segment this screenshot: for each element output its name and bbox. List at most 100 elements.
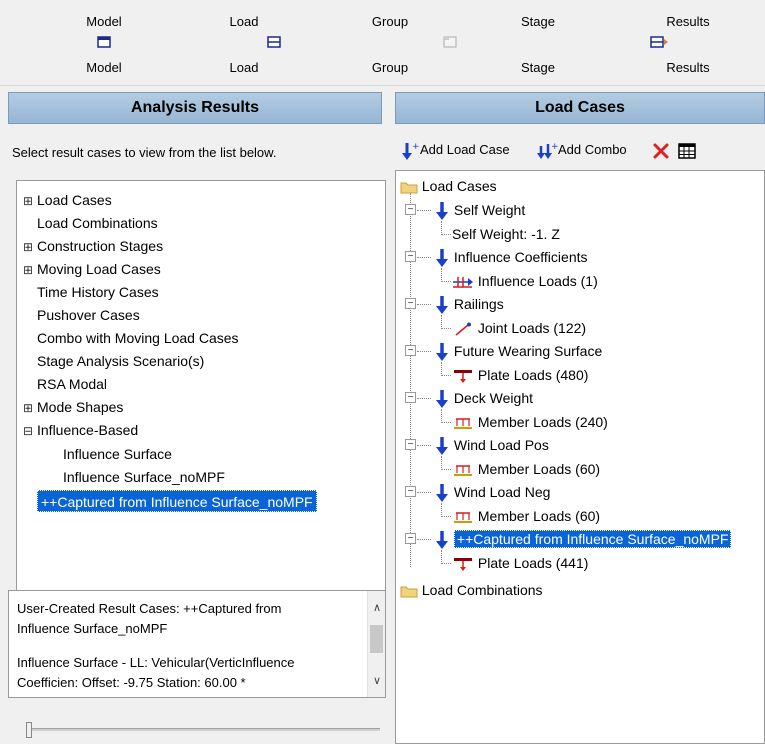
list-item-moving-load-cases[interactable]: ⊞ Moving Load Cases (23, 258, 161, 280)
tree-load-item[interactable]: Member Loads (60) (452, 505, 600, 527)
load-case-arrow-icon (436, 437, 448, 456)
list-item-label: Mode Shapes (37, 399, 124, 415)
toolbar-group-bottom-label: Group (371, 60, 409, 75)
collapse-icon[interactable]: − (405, 392, 416, 403)
add-combo-button[interactable]: + Add Combo (536, 138, 627, 162)
tree-load-item-label: Member Loads (240) (477, 413, 608, 430)
tree-connector (417, 539, 431, 540)
list-item-pushover-cases[interactable]: Pushover Cases (37, 304, 140, 326)
scroll-up-icon[interactable]: ∧ (368, 601, 386, 614)
collapse-icon[interactable]: − (405, 533, 416, 544)
add-combo-label: Add Combo (558, 142, 627, 157)
tree-connector (417, 304, 431, 305)
list-item-label: Construction Stages (37, 238, 164, 254)
delete-button[interactable] (652, 138, 670, 162)
expand-icon[interactable]: ⊞ (23, 397, 37, 419)
tree-load-item[interactable]: Influence Loads (1) (452, 270, 598, 292)
list-item-rsa-modal[interactable]: RSA Modal (37, 373, 107, 395)
collapse-icon[interactable]: − (405, 439, 416, 450)
results-icon (650, 36, 668, 48)
collapse-icon[interactable]: − (405, 345, 416, 356)
tree-connector (441, 280, 451, 282)
tree-root-load-cases[interactable]: Load Cases (400, 175, 497, 197)
tree-load-case[interactable]: ++Captured from Influence Surface_noMPF (434, 528, 732, 550)
tree-load-item-label: Member Loads (60) (477, 507, 601, 524)
tree-connector (441, 221, 442, 233)
tree-load-item[interactable]: Self Weight: -1. Z (452, 223, 560, 245)
table-view-button[interactable] (678, 138, 696, 162)
tree-load-item[interactable]: Member Loads (60) (452, 458, 600, 480)
list-item-influence-surface[interactable]: Influence Surface (63, 443, 172, 465)
list-item-label: Influence-Based (37, 422, 139, 438)
expand-icon[interactable]: ⊞ (23, 259, 37, 281)
list-item-stage-analysis-scenarios[interactable]: Stage Analysis Scenario(s) (37, 350, 204, 372)
tree-connector (417, 398, 431, 399)
result-case-list[interactable]: ⊞ Load Cases Load Combinations ⊞ Construct… (16, 180, 386, 610)
list-item-combo-moving-load[interactable]: Combo with Moving Load Cases (37, 327, 239, 349)
tree-load-case[interactable]: Deck Weight (434, 387, 533, 409)
load-case-arrow-icon (436, 202, 448, 221)
list-item-influence-surface-nompf[interactable]: Influence Surface_noMPF (63, 466, 225, 488)
load-icon (267, 36, 281, 48)
add-load-case-icon: + (402, 142, 420, 160)
tree-load-case[interactable]: Wind Load Neg (434, 481, 550, 503)
tree-load-item[interactable]: Plate Loads (480) (452, 364, 588, 386)
toolbar-load-button[interactable]: Load Load (184, 0, 304, 86)
tree-load-item[interactable]: Member Loads (240) (452, 411, 608, 433)
tree-load-case-label: Deck Weight (453, 390, 533, 406)
expand-icon[interactable]: ⊞ (23, 190, 37, 212)
tree-root-load-combinations[interactable]: Load Combinations (400, 579, 543, 601)
scroll-thumb[interactable] (370, 625, 383, 653)
toolbar-stage-top-label: Stage (521, 14, 555, 29)
toolbar-stage-button[interactable]: Stage Stage (478, 0, 598, 86)
tree-load-case[interactable]: Railings (434, 293, 504, 315)
tree-trunk-line (410, 193, 411, 567)
toolbar-results-bottom-label: Results (666, 60, 710, 75)
add-load-case-button[interactable]: + Add Load Case (400, 138, 510, 162)
toolbar-results-button[interactable]: Results Results (628, 0, 748, 86)
collapse-icon[interactable]: ⊟ (23, 420, 37, 442)
list-item-label: Influence Surface_noMPF (63, 469, 225, 485)
list-item-label: Stage Analysis Scenario(s) (37, 353, 205, 369)
load-case-arrow-icon (436, 484, 448, 503)
tree-load-case[interactable]: Future Wearing Surface (434, 340, 602, 362)
add-load-case-label: Add Load Case (420, 142, 510, 157)
list-item-time-history-cases[interactable]: Time History Cases (37, 281, 159, 303)
toolbar-model-bottom-label: Model (86, 60, 122, 75)
description-scrollbar[interactable]: ∧ ∨ (367, 591, 385, 697)
collapse-icon[interactable]: − (405, 204, 416, 215)
tree-load-case[interactable]: Self Weight (434, 199, 525, 221)
tree-load-item[interactable]: Joint Loads (122) (452, 317, 586, 339)
top-toolbar: Model Model Load Load Group Group Stage … (0, 0, 765, 86)
tree-connector (441, 456, 442, 468)
collapse-icon[interactable]: − (405, 298, 416, 309)
list-item-mode-shapes[interactable]: ⊞ Mode Shapes (23, 396, 123, 418)
expand-icon[interactable]: ⊞ (23, 236, 37, 258)
slider-thumb[interactable] (26, 722, 32, 738)
list-item-label: Moving Load Cases (37, 261, 161, 277)
list-item-influence-based[interactable]: ⊟ Influence-Based (23, 419, 138, 441)
tree-connector (441, 327, 451, 329)
tree-load-case-label: Wind Load Pos (453, 437, 549, 453)
tree-connector (441, 421, 451, 423)
instructions-text: Select result cases to view from the lis… (12, 145, 277, 160)
toolbar-group-button[interactable]: Group Group (330, 0, 457, 86)
scroll-down-icon[interactable]: ∨ (368, 674, 386, 687)
table-grid-icon (678, 142, 696, 159)
toolbar-model-button[interactable]: Model Model (44, 0, 164, 86)
collapse-icon[interactable]: − (405, 486, 416, 497)
tree-load-case[interactable]: Wind Load Pos (434, 434, 549, 456)
list-item-load-combinations[interactable]: Load Combinations (37, 212, 158, 234)
tree-load-case[interactable]: Influence Coefficients (434, 246, 588, 268)
list-item-load-cases[interactable]: ⊞ Load Cases (23, 189, 112, 211)
tree-load-item[interactable]: Plate Loads (441) (452, 552, 588, 574)
load-cases-tree[interactable]: Load Cases − Self Weight Self Weight: -1.… (395, 170, 765, 744)
tree-connector (417, 351, 431, 352)
collapse-icon[interactable]: − (405, 251, 416, 262)
toolbar-group-top-label: Group (371, 14, 409, 29)
list-item-captured-selected[interactable]: ++Captured from Influence Surface_noMPF (37, 490, 317, 512)
slider-track[interactable] (26, 722, 380, 738)
list-item-label: Combo with Moving Load Cases (37, 330, 239, 346)
list-item-construction-stages[interactable]: ⊞ Construction Stages (23, 235, 163, 257)
tree-connector (441, 315, 442, 327)
